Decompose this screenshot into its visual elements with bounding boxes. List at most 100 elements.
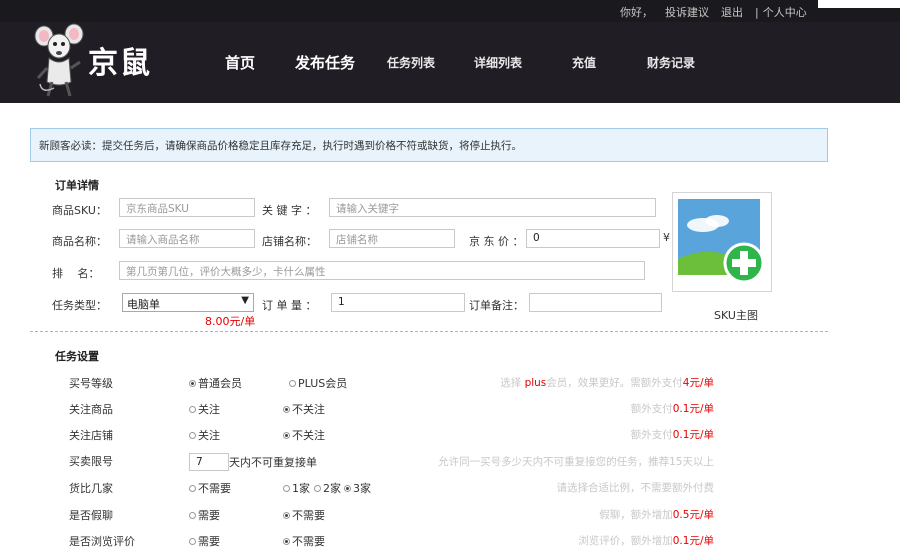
radio-icon	[283, 512, 290, 519]
browse-reviews-yes[interactable]: 需要	[189, 533, 220, 549]
shop-name-label: 店铺名称：	[262, 235, 317, 248]
hint-highlight: plus	[524, 377, 547, 389]
task-type-label: 任务类型：	[52, 299, 107, 312]
compare-shops-2[interactable]: 2家	[314, 480, 341, 496]
order-details-title: 订单详情	[55, 179, 99, 192]
option-label: 2家	[323, 482, 341, 495]
repeat-limit-days-input[interactable]: 7	[189, 453, 229, 471]
sku-image-upload[interactable]	[672, 192, 772, 292]
option-label: 关注	[198, 429, 220, 442]
hint-price: 0.5元/单	[672, 509, 714, 521]
follow-product-no[interactable]: 不关注	[283, 401, 325, 417]
option-label: 不关注	[292, 429, 325, 442]
hint-text: 选择	[500, 377, 525, 389]
follow-product-label: 关注商品	[69, 403, 113, 416]
repeat-limit-hint: 允许同一买号多少天内不可重复接您的任务，推荐15天以上	[438, 456, 714, 468]
account-level-plus[interactable]: PLUS会员	[289, 375, 347, 391]
nav-detail-list[interactable]: 详细列表	[474, 54, 522, 71]
browse-reviews-label: 是否浏览评价	[69, 535, 135, 548]
radio-icon	[283, 485, 290, 492]
nav-task-list[interactable]: 任务列表	[387, 54, 435, 71]
radio-icon	[314, 485, 321, 492]
nav-home[interactable]: 首页	[225, 52, 255, 73]
jd-price-input[interactable]: 0	[526, 229, 660, 248]
task-type-select[interactable]: 电脑单 ▼	[122, 293, 254, 312]
hint-price: 0.1元/单	[672, 429, 714, 441]
order-remark-input[interactable]	[529, 293, 662, 312]
mouse-logo-icon	[34, 23, 84, 97]
hint-price: 0.1元/单	[672, 403, 714, 415]
follow-product-yes[interactable]: 关注	[189, 401, 220, 417]
account-level-normal[interactable]: 普通会员	[189, 375, 242, 391]
option-label: 需要	[198, 535, 220, 548]
radio-icon	[189, 512, 196, 519]
radio-icon	[189, 485, 196, 492]
hint-text: 浏览评价，额外增加	[578, 535, 673, 547]
follow-shop-hint: 额外支付0.1元/单	[631, 427, 714, 442]
follow-product-hint: 额外支付0.1元/单	[631, 401, 714, 416]
option-label: PLUS会员	[298, 377, 348, 390]
hint-text: 额外支付	[630, 429, 673, 441]
order-quantity-input[interactable]: 1	[331, 293, 465, 312]
radio-icon	[189, 406, 196, 413]
jd-price-label: 京 东 价 ：	[469, 235, 524, 248]
follow-shop-yes[interactable]: 关注	[189, 427, 220, 443]
fake-chat-no[interactable]: 不需要	[283, 507, 325, 523]
top-right-blank	[818, 0, 900, 8]
task-type-price: 8.00元/单	[205, 315, 256, 328]
keyword-input[interactable]: 请输入关键字	[329, 198, 656, 217]
notice-banner: 新顾客必读：提交任务后，请确保商品价格稳定且库存充足，执行时遇到价格不符或缺货，…	[30, 128, 828, 162]
hint-text: 额外支付	[630, 403, 673, 415]
hint-text: 假聊，额外增加	[599, 509, 673, 521]
top-separator: |	[755, 6, 759, 19]
fake-chat-label: 是否假聊	[69, 509, 113, 522]
logout-link[interactable]: 退出	[721, 6, 743, 19]
dropdown-arrow-icon: ▼	[241, 295, 249, 306]
product-name-input[interactable]: 请输入商品名称	[119, 229, 255, 248]
radio-icon	[289, 380, 296, 387]
option-label: 不关注	[292, 403, 325, 416]
compare-shops-label: 货比几家	[69, 482, 113, 495]
rank-input[interactable]: 第几页第几位，评价大概多少，卡什么属性	[119, 261, 645, 280]
product-name-label: 商品名称：	[52, 235, 107, 248]
user-center-link[interactable]: 个人中心	[763, 6, 807, 19]
logo[interactable]: 京鼠	[34, 22, 164, 102]
option-label: 不需要	[198, 482, 231, 495]
follow-shop-no[interactable]: 不关注	[283, 427, 325, 443]
radio-icon	[344, 485, 351, 492]
compare-shops-none[interactable]: 不需要	[189, 480, 231, 496]
nav-publish-task[interactable]: 发布任务	[295, 52, 355, 73]
option-label: 关注	[198, 403, 220, 416]
order-quantity-label: 订 单 量 ：	[262, 299, 317, 312]
hint-price: 4元/单	[682, 377, 714, 389]
feedback-link[interactable]: 投诉建议	[665, 6, 709, 19]
top-links: 你好， 投诉建议 退出 | 个人中心	[620, 4, 819, 20]
compare-shops-1[interactable]: 1家	[283, 480, 310, 496]
radio-icon	[189, 538, 196, 545]
nav-recharge[interactable]: 充值	[572, 54, 596, 71]
order-remark-label: 订单备注：	[469, 299, 524, 312]
compare-shops-3[interactable]: 3家	[344, 480, 371, 496]
radio-icon	[283, 432, 290, 439]
sku-input[interactable]: 京东商品SKU	[119, 198, 255, 217]
account-level-hint: 选择 plus会员，效果更好。需额外支付4元/单	[500, 375, 714, 390]
rank-label: 排 名：	[52, 267, 100, 280]
browse-reviews-no[interactable]: 不需要	[283, 533, 325, 549]
top-bar: 你好， 投诉建议 退出 | 个人中心	[0, 0, 900, 22]
sku-image-label: SKU主图	[714, 309, 758, 322]
radio-icon	[283, 538, 290, 545]
option-label: 普通会员	[198, 377, 242, 390]
greeting-text: 你好，	[620, 6, 653, 19]
keyword-label: 关 键 字 ：	[262, 204, 317, 217]
add-image-icon	[678, 199, 765, 284]
hint-price: 0.1元/单	[672, 535, 714, 547]
radio-icon	[189, 380, 196, 387]
fake-chat-hint: 假聊，额外增加0.5元/单	[599, 507, 714, 522]
compare-shops-hint: 请选择合适比例，不需要额外付费	[556, 482, 715, 494]
shop-name-input[interactable]: 店铺名称	[329, 229, 455, 248]
option-label: 不需要	[292, 509, 325, 522]
yuan-symbol: ¥	[663, 231, 670, 244]
task-type-value: 电脑单	[127, 298, 160, 311]
fake-chat-yes[interactable]: 需要	[189, 507, 220, 523]
nav-finance-records[interactable]: 财务记录	[647, 54, 695, 71]
